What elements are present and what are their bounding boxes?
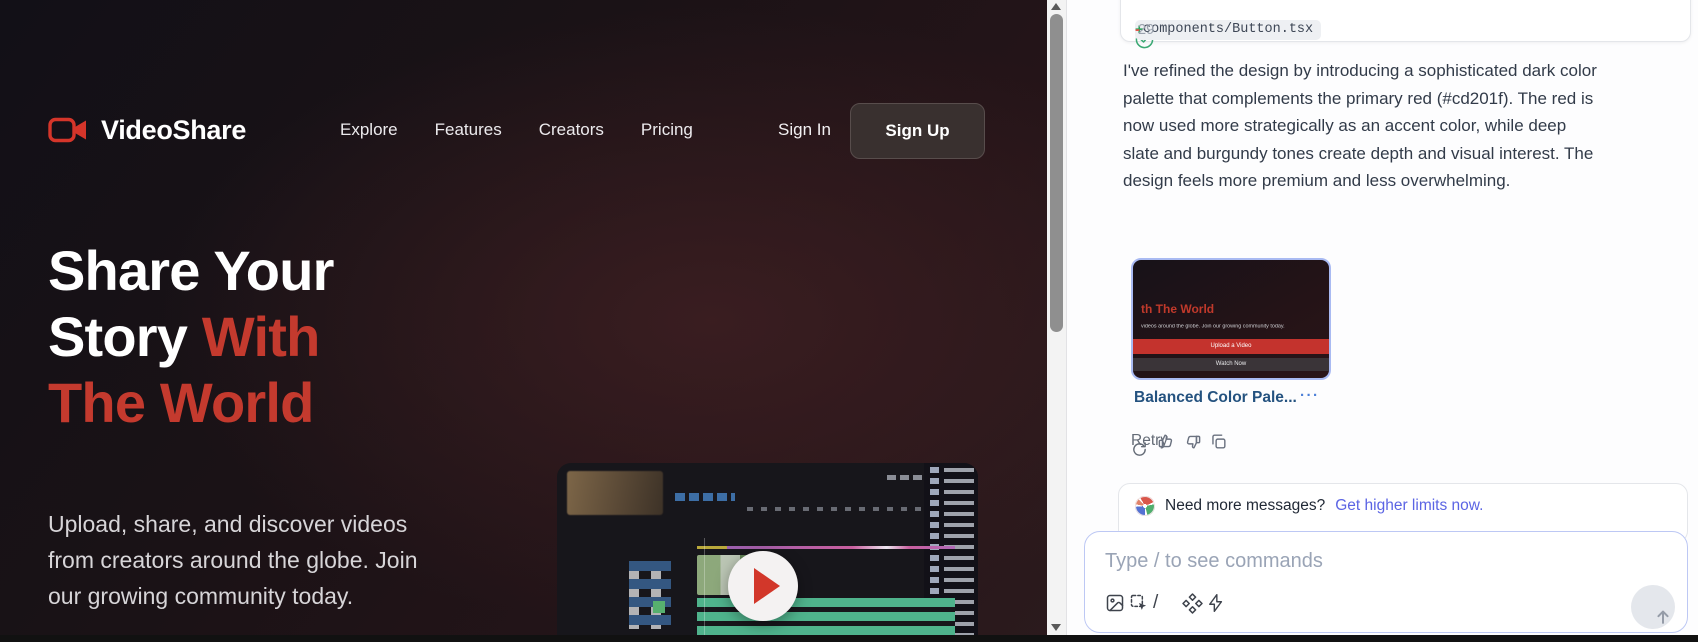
app-window: VideoShare Explore Features Creators Pri… [0, 0, 1698, 642]
vertical-scrollbar[interactable] [1047, 0, 1066, 642]
editor-photo-clip [567, 471, 663, 515]
thumb-body-fragment: videos around the globe. Join our growin… [1141, 324, 1285, 329]
editor-yellow-ruler [697, 546, 727, 549]
thumbnail-caption: Balanced Color Pale... [1134, 389, 1297, 407]
design-preview-thumbnail[interactable]: th The World videos around the globe. Jo… [1131, 258, 1331, 380]
play-button[interactable] [728, 551, 798, 621]
site-header: VideoShare Explore Features Creators Pri… [48, 100, 998, 160]
diff-count: 29 [1138, 22, 1154, 38]
send-button[interactable] [1631, 585, 1675, 629]
updated-file-chip: components/Button.tsx [1135, 20, 1321, 40]
scrollbar-thumb[interactable] [1050, 14, 1063, 332]
play-triangle-icon [754, 568, 780, 604]
nav-link-explore[interactable]: Explore [340, 120, 398, 140]
slash-command-icon[interactable]: / [1153, 592, 1158, 614]
get-higher-limits-link[interactable]: Get higher limits now. [1335, 497, 1483, 515]
brand-name: VideoShare [101, 115, 246, 146]
nav-link-pricing[interactable]: Pricing [641, 120, 693, 140]
chat-panel: Updated components/Button.tsx + - 29 I'v… [1066, 0, 1698, 642]
editor-pink-ruler [727, 546, 955, 549]
video-editor-preview-image [557, 463, 978, 642]
editor-playhead [704, 538, 705, 642]
hero-line-3: The World [48, 371, 314, 434]
hero-title: Share Your Story With The World [48, 238, 334, 436]
website-preview: VideoShare Explore Features Creators Pri… [0, 0, 1047, 642]
sign-up-button[interactable]: Sign Up [850, 103, 985, 159]
nav-link-creators[interactable]: Creators [539, 120, 604, 140]
banner-text: Need more messages? [1165, 497, 1325, 515]
sign-in-link[interactable]: Sign In [778, 100, 831, 160]
thumb-heading-fragment: th The World [1141, 302, 1214, 316]
scrollbar-up-arrow[interactable] [1051, 3, 1061, 10]
usage-meter-icon [1135, 496, 1155, 516]
site-nav: Explore Features Creators Pricing [340, 100, 693, 160]
nav-link-features[interactable]: Features [435, 120, 502, 140]
site-logo[interactable]: VideoShare [48, 100, 246, 160]
file-update-card[interactable]: Updated components/Button.tsx + - 29 [1120, 0, 1691, 42]
thumbnail-menu-button[interactable]: ··· [1300, 387, 1320, 404]
hero-line-2-white: Story [48, 305, 202, 368]
message-input[interactable] [1105, 544, 1555, 578]
composer-toolbar: / [1105, 592, 1206, 614]
hero-line-1: Share Your [48, 239, 334, 302]
message-actions: Retry [1131, 428, 1431, 454]
assistant-message: I've refined the design by introducing a… [1123, 57, 1601, 195]
video-camera-icon [48, 116, 88, 144]
scrollbar-down-arrow[interactable] [1051, 624, 1061, 631]
thumbnail-caption-row: Balanced Color Pale... ··· [1134, 389, 1394, 411]
editor-green-swatch [653, 601, 665, 613]
window-bottom-edge [0, 635, 1698, 642]
thumb-primary-button: Upload a Video [1133, 339, 1329, 354]
editor-tool-grid [629, 561, 671, 629]
thumb-secondary-button: Watch Now [1133, 358, 1329, 371]
hero-paragraph: Upload, share, and discover videos from … [48, 506, 450, 614]
message-composer[interactable]: / [1084, 531, 1688, 633]
hero-line-2-red: With [202, 305, 320, 368]
editor-blue-chips [675, 493, 735, 501]
